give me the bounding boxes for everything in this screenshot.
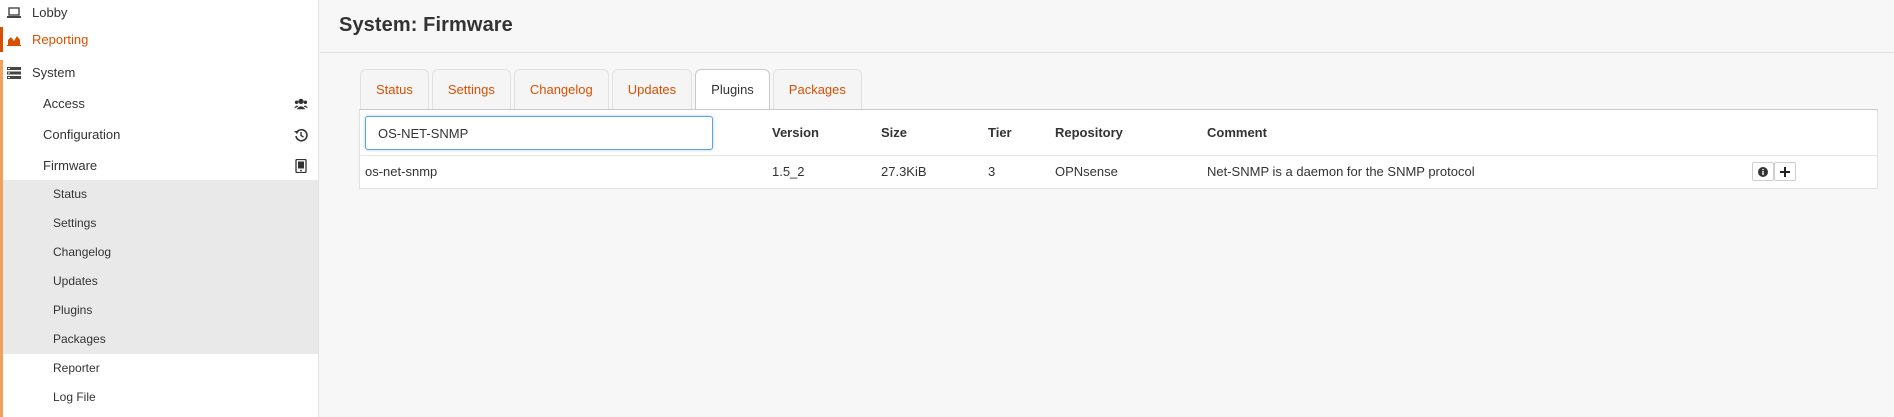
tablet-icon — [295, 158, 307, 173]
info-icon — [1758, 166, 1768, 177]
sidebar-item-label: Updates — [53, 274, 98, 288]
sidebar-item-label: Configuration — [43, 127, 121, 142]
sidebar-item-label: Reporting — [32, 32, 89, 47]
column-header-version: Version — [772, 125, 819, 140]
install-button[interactable] — [1774, 162, 1796, 181]
laptop-icon — [7, 6, 21, 18]
tab-bar: Status Settings Changelog Updates Plugin… — [360, 69, 862, 111]
sidebar-item-label: Log File — [53, 390, 96, 404]
users-icon — [294, 98, 308, 109]
sidebar-item-configuration[interactable]: Configuration — [0, 122, 318, 147]
plus-icon — [1780, 166, 1790, 177]
sidebar-item-log-file[interactable]: Log File — [0, 385, 318, 409]
cell-version: 1.5_2 — [772, 164, 805, 179]
search-input[interactable] — [365, 116, 713, 150]
tab-changelog[interactable]: Changelog — [513, 69, 609, 110]
info-button[interactable] — [1752, 162, 1774, 181]
sidebar-item-firmware[interactable]: Firmware — [0, 153, 318, 178]
plugins-panel: Version Size Tier Repository Comment os-… — [359, 109, 1878, 189]
cell-size: 27.3KiB — [881, 164, 927, 179]
sidebar-item-reporter[interactable]: Reporter — [0, 356, 318, 380]
tab-status[interactable]: Status — [360, 69, 429, 110]
sidebar: Lobby Reporting System Access Configurat… — [0, 0, 319, 417]
column-header-repository: Repository — [1055, 125, 1123, 140]
sidebar-item-label: Status — [53, 187, 88, 201]
tab-updates[interactable]: Updates — [611, 69, 693, 110]
page-header: System: Firmware — [320, 0, 1894, 53]
sidebar-item-label: Lobby — [32, 5, 68, 20]
main-content: System: Firmware Status Settings Changel… — [320, 0, 1894, 417]
sidebar-subitem-packages[interactable]: Packages — [0, 327, 318, 351]
sidebar-subitem-settings[interactable]: Settings — [0, 211, 318, 235]
column-header-comment: Comment — [1207, 125, 1267, 140]
sidebar-item-label: Plugins — [53, 303, 93, 317]
cell-repository: OPNsense — [1055, 164, 1118, 179]
sidebar-item-label: Firmware — [43, 158, 98, 173]
cell-tier: 3 — [988, 164, 996, 179]
table-divider — [360, 155, 1877, 156]
page-title: System: Firmware — [339, 14, 513, 36]
sidebar-item-label: Reporter — [53, 361, 100, 375]
sidebar-item-label: Packages — [53, 332, 106, 346]
tab-plugins[interactable]: Plugins — [695, 69, 770, 111]
tab-settings[interactable]: Settings — [431, 69, 511, 110]
area-chart-icon — [7, 35, 21, 46]
history-icon — [294, 128, 308, 142]
sidebar-item-access[interactable]: Access — [0, 91, 318, 116]
sidebar-subitem-changelog[interactable]: Changelog — [0, 240, 318, 264]
sidebar-item-label: System — [32, 65, 76, 80]
server-icon — [7, 66, 21, 79]
cell-name: os-net-snmp — [365, 164, 438, 179]
sidebar-item-label: Access — [43, 96, 85, 111]
column-header-tier: Tier — [988, 125, 1012, 140]
cell-comment: Net-SNMP is a daemon for the SNMP protoc… — [1207, 164, 1475, 179]
sidebar-item-reporting[interactable]: Reporting — [0, 27, 318, 52]
column-header-size: Size — [881, 125, 908, 140]
sidebar-item-lobby[interactable]: Lobby — [0, 0, 318, 25]
sidebar-item-label: Changelog — [53, 245, 112, 259]
sidebar-item-system[interactable]: System — [0, 60, 318, 85]
sidebar-subitem-status[interactable]: Status — [0, 182, 318, 206]
sidebar-subitem-updates[interactable]: Updates — [0, 269, 318, 293]
sidebar-subitem-plugins[interactable]: Plugins — [0, 298, 318, 322]
sidebar-item-label: Settings — [53, 216, 97, 230]
tab-packages[interactable]: Packages — [772, 69, 862, 110]
